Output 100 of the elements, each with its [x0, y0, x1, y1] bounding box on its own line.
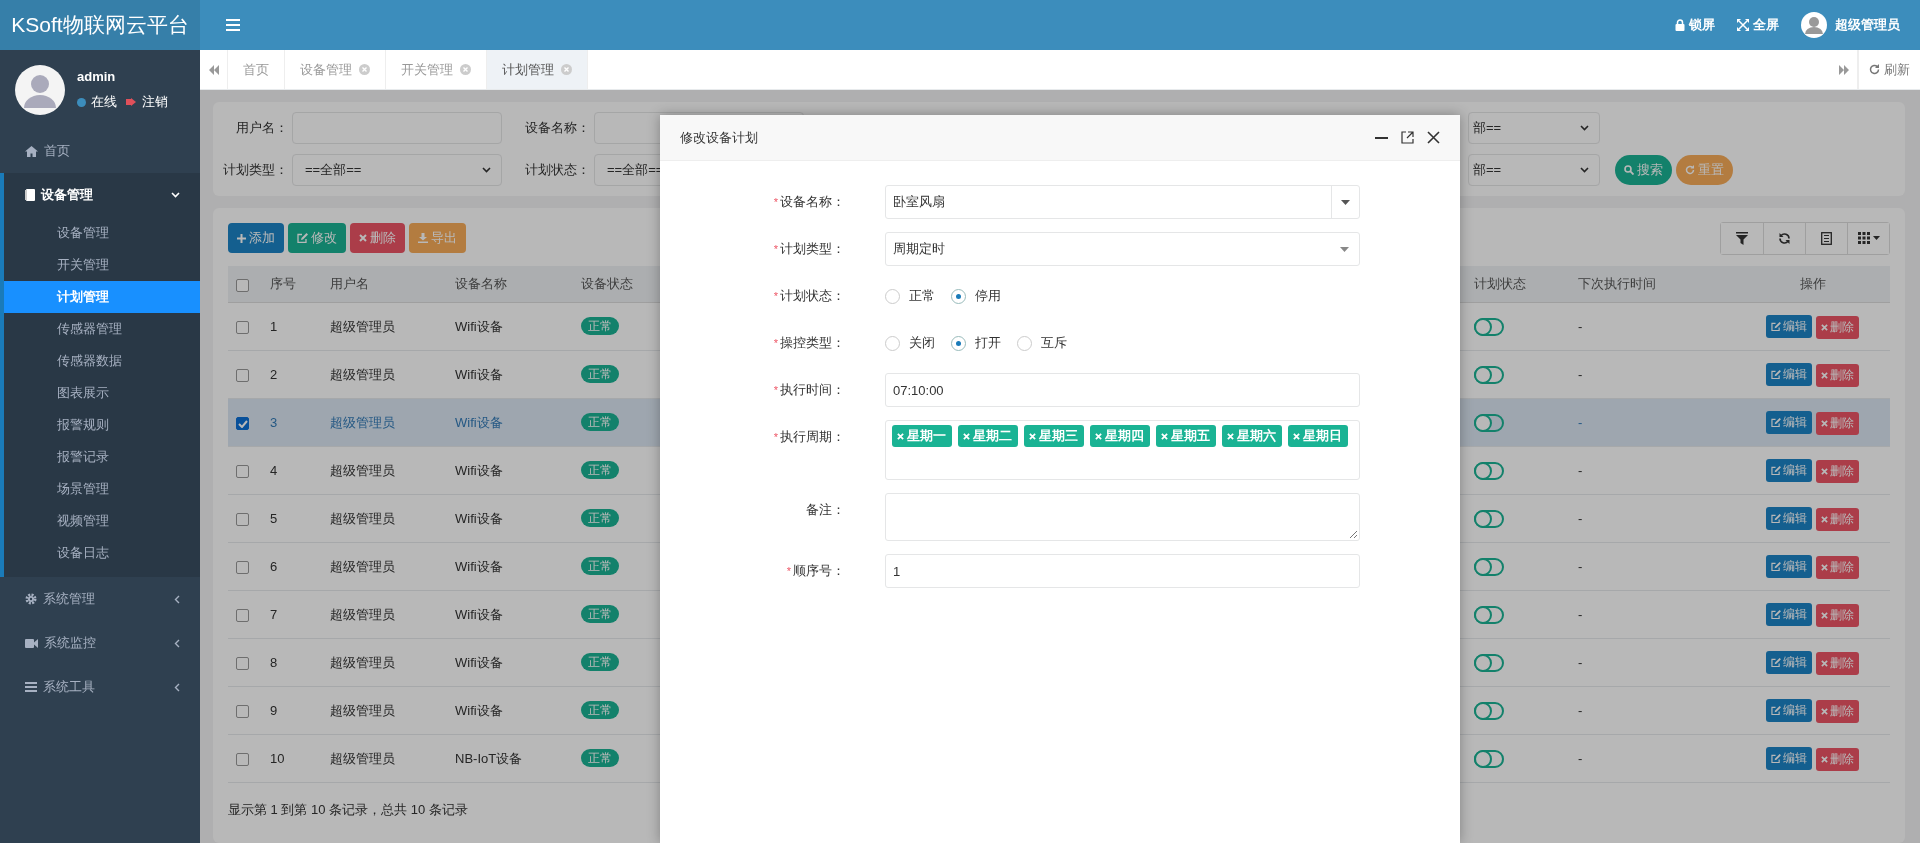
nav-item[interactable]: 系统监控 [0, 621, 200, 665]
row-action-button[interactable]: 删除 [1816, 363, 1859, 387]
filter-button[interactable]: 搜索 [1615, 155, 1672, 185]
day-tag[interactable]: 星期四 [1090, 425, 1150, 447]
toggle-switch[interactable] [1474, 653, 1504, 672]
checkbox[interactable] [236, 321, 249, 335]
remove-icon[interactable] [897, 432, 904, 440]
submenu-item[interactable]: 报警记录 [4, 441, 200, 473]
radio-label[interactable]: 正常 [909, 287, 935, 305]
submenu-item[interactable]: 视频管理 [4, 505, 200, 537]
remove-icon[interactable] [1161, 432, 1168, 440]
submenu-item[interactable]: 图表展示 [4, 377, 200, 409]
checkbox[interactable] [236, 417, 249, 431]
select-field[interactable]: ==全部== [292, 154, 502, 186]
toggle-switch[interactable] [1474, 749, 1504, 768]
day-tag[interactable]: 星期日 [1288, 425, 1348, 447]
toolbar-button[interactable]: 添加 [228, 223, 284, 253]
row-action-button[interactable]: 编辑 [1766, 698, 1812, 722]
close-icon[interactable] [1427, 131, 1440, 144]
toolbar-icon-button[interactable] [1847, 222, 1889, 254]
remove-icon[interactable] [1029, 432, 1036, 440]
select-field[interactable]: 周期定时 [885, 232, 1360, 266]
row-action-button[interactable]: 编辑 [1766, 314, 1812, 338]
row-action-button[interactable]: 编辑 [1766, 746, 1812, 770]
day-tag[interactable]: 星期一 [892, 425, 952, 447]
submenu-item[interactable]: 传感器数据 [4, 345, 200, 377]
header-link[interactable]: 全屏 [1737, 16, 1779, 34]
submenu-item[interactable]: 计划管理 [4, 281, 200, 313]
remove-icon[interactable] [1227, 432, 1234, 440]
day-tag[interactable]: 星期五 [1156, 425, 1216, 447]
toggle-switch[interactable] [1474, 461, 1504, 480]
row-action-button[interactable]: 删除 [1816, 747, 1859, 771]
nav-item[interactable]: 设备管理 [4, 173, 200, 217]
toolbar-button[interactable]: 删除 [350, 223, 405, 253]
nav-item[interactable]: 系统工具 [0, 665, 200, 709]
select-field[interactable]: 卧室风扇 [885, 185, 1360, 219]
minimize-icon[interactable] [1375, 136, 1388, 139]
select-field[interactable]: 部== [1468, 112, 1600, 144]
radio-label[interactable]: 停用 [975, 287, 1001, 305]
submenu-item[interactable]: 报警规则 [4, 409, 200, 441]
toolbar-button[interactable]: 修改 [288, 223, 346, 253]
nav-item[interactable]: 系统管理 [0, 577, 200, 621]
avatar[interactable] [1801, 12, 1827, 38]
submenu-item[interactable]: 设备日志 [4, 537, 200, 569]
checkbox[interactable] [236, 609, 249, 623]
toggle-switch[interactable] [1474, 509, 1504, 528]
day-tag[interactable]: 星期六 [1222, 425, 1282, 447]
submenu-item[interactable]: 开关管理 [4, 249, 200, 281]
submenu-item[interactable]: 设备管理 [4, 217, 200, 249]
resize-grip-icon[interactable] [1349, 530, 1357, 538]
textarea-field[interactable] [885, 493, 1360, 541]
row-action-button[interactable]: 删除 [1816, 315, 1859, 339]
submenu-item[interactable]: 传感器管理 [4, 313, 200, 345]
page-tab[interactable]: 设备管理 [285, 50, 386, 89]
checkbox[interactable] [236, 657, 249, 671]
page-tab[interactable]: 首页 [228, 50, 285, 89]
radio-label[interactable]: 打开 [975, 334, 1001, 352]
toggle-switch[interactable] [1474, 701, 1504, 720]
submenu-item[interactable]: 场景管理 [4, 473, 200, 505]
row-action-button[interactable]: 编辑 [1766, 410, 1812, 434]
remove-icon[interactable] [1293, 432, 1300, 440]
user-name[interactable]: 超级管理员 [1835, 16, 1900, 34]
page-tab[interactable]: 计划管理 [487, 50, 588, 89]
row-action-button[interactable]: 编辑 [1766, 554, 1812, 578]
row-action-button[interactable]: 删除 [1816, 699, 1859, 723]
logout-link[interactable]: 注销 [142, 93, 168, 111]
row-action-button[interactable]: 编辑 [1766, 650, 1812, 674]
toggle-switch[interactable] [1474, 365, 1504, 384]
checkbox[interactable] [236, 513, 249, 527]
nav-item[interactable]: 首页 [0, 129, 200, 173]
toggle-switch[interactable] [1474, 605, 1504, 624]
toggle-switch[interactable] [1474, 413, 1504, 432]
checkbox[interactable] [236, 278, 249, 292]
toggle-switch[interactable] [1474, 557, 1504, 576]
remove-icon[interactable] [1095, 432, 1102, 440]
row-action-button[interactable]: 删除 [1816, 507, 1859, 531]
checkbox[interactable] [236, 465, 249, 479]
row-action-button[interactable]: 删除 [1816, 411, 1859, 435]
checkbox[interactable] [236, 369, 249, 383]
maximize-icon[interactable] [1401, 131, 1414, 144]
checkbox[interactable] [236, 753, 249, 767]
day-tag[interactable]: 星期二 [958, 425, 1018, 447]
row-action-button[interactable]: 删除 [1816, 459, 1859, 483]
input-field[interactable]: 1 [885, 554, 1360, 588]
remove-icon[interactable] [963, 432, 970, 440]
multi-select-field[interactable]: 星期一 星期二 星期三 星期四 星期五 星期六 星期日 [885, 420, 1360, 480]
row-action-button[interactable]: 删除 [1816, 651, 1859, 675]
input-field[interactable]: 07:10:00 [885, 373, 1360, 407]
row-action-button[interactable]: 编辑 [1766, 458, 1812, 482]
menu-icon[interactable] [226, 19, 240, 31]
row-action-button[interactable]: 删除 [1816, 555, 1859, 579]
select-field[interactable]: 部== [1468, 154, 1600, 186]
row-action-button[interactable]: 编辑 [1766, 362, 1812, 386]
toggle-switch[interactable] [1474, 317, 1504, 336]
day-tag[interactable]: 星期三 [1024, 425, 1084, 447]
header-link[interactable]: 锁屏 [1675, 16, 1715, 34]
row-action-button[interactable]: 编辑 [1766, 506, 1812, 530]
radio-label[interactable]: 互斥 [1041, 334, 1067, 352]
row-action-button[interactable]: 编辑 [1766, 602, 1812, 626]
radio-label[interactable]: 关闭 [909, 334, 935, 352]
